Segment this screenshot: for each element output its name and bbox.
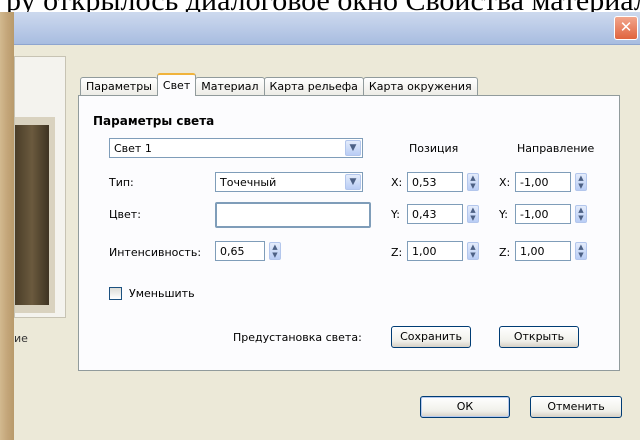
close-icon[interactable]: ✕ xyxy=(614,16,638,40)
reduce-checkbox[interactable] xyxy=(109,287,122,300)
direction-x-value: -1,00 xyxy=(520,176,549,189)
position-x-input[interactable]: 0,53 xyxy=(407,172,463,192)
chevron-down-icon[interactable]: ▼ xyxy=(345,174,361,190)
light-select[interactable]: Свет 1 ▼ xyxy=(109,138,363,158)
type-select-value: Точечный xyxy=(220,176,277,189)
spin-updown-icon[interactable]: ▲ ▼ xyxy=(467,173,479,191)
tab-material[interactable]: Материал xyxy=(195,77,265,96)
direction-z-input[interactable]: 1,00 xyxy=(515,241,571,261)
light-select-value: Свет 1 xyxy=(114,142,152,155)
spin-updown-icon[interactable]: ▲ ▼ xyxy=(467,242,479,260)
position-z-value: 1,00 xyxy=(412,245,437,258)
open-preset-button[interactable]: Открыть xyxy=(499,326,579,348)
position-y-label: Y: xyxy=(391,208,400,221)
preset-label: Предустановка света: xyxy=(233,331,362,344)
direction-y-value: -1,00 xyxy=(520,208,549,221)
spin-updown-icon[interactable]: ▲ ▼ xyxy=(269,242,281,260)
tab-bump-map[interactable]: Карта рельефа xyxy=(263,77,364,96)
spin-updown-icon[interactable]: ▲ ▼ xyxy=(575,205,587,223)
position-z-input[interactable]: 1,00 xyxy=(407,241,463,261)
ok-button[interactable]: ОК xyxy=(420,396,510,418)
position-header: Позиция xyxy=(409,142,459,155)
direction-y-input[interactable]: -1,00 xyxy=(515,204,571,224)
section-title: Параметры света xyxy=(93,114,215,128)
reduce-label: Уменьшить xyxy=(129,287,195,300)
tab-light[interactable]: Свет xyxy=(156,73,197,96)
position-x-value: 0,53 xyxy=(412,176,437,189)
color-field[interactable] xyxy=(215,202,371,228)
tab-parameters[interactable]: Параметры xyxy=(80,77,158,96)
intensity-input[interactable]: 0,65 xyxy=(215,241,265,261)
spin-updown-icon[interactable]: ▲ ▼ xyxy=(575,173,587,191)
page-edge-decoration xyxy=(0,12,14,440)
position-y-input[interactable]: 0,43 xyxy=(407,204,463,224)
intensity-stepper[interactable]: 0,65 ▲ ▼ xyxy=(215,241,289,261)
type-label: Тип: xyxy=(109,176,134,189)
chevron-down-icon[interactable]: ▼ xyxy=(345,140,361,156)
spin-updown-icon[interactable]: ▲ ▼ xyxy=(575,242,587,260)
position-y-value: 0,43 xyxy=(412,208,437,221)
direction-header: Направление xyxy=(517,142,595,155)
material-properties-dialog: ✕ ие Параметры Свет Материал Карта релье… xyxy=(0,12,640,440)
material-preview-image xyxy=(15,125,49,305)
intensity-label: Интенсивность: xyxy=(109,246,202,259)
tab-strip: Параметры Свет Материал Карта рельефа Ка… xyxy=(80,73,478,96)
save-preset-button[interactable]: Сохранить xyxy=(391,326,471,348)
direction-x-label: X: xyxy=(499,176,511,189)
direction-x-input[interactable]: -1,00 xyxy=(515,172,571,192)
tab-environment-map[interactable]: Карта окружения xyxy=(362,77,478,96)
position-x-label: X: xyxy=(391,176,403,189)
position-z-label: Z: xyxy=(391,246,403,259)
title-bar: ✕ xyxy=(0,12,640,45)
cancel-button[interactable]: Отменить xyxy=(530,396,622,418)
direction-y-label: Y: xyxy=(499,208,508,221)
color-label: Цвет: xyxy=(109,208,141,221)
direction-z-value: 1,00 xyxy=(520,245,545,258)
preview-label: ие xyxy=(14,332,28,345)
direction-z-label: Z: xyxy=(499,246,511,259)
spin-updown-icon[interactable]: ▲ ▼ xyxy=(467,205,479,223)
preview-panel xyxy=(14,56,66,318)
type-select[interactable]: Точечный ▼ xyxy=(215,172,363,192)
intensity-value: 0,65 xyxy=(220,245,245,258)
light-tab-panel: Параметры света Свет 1 ▼ Позиция Направл… xyxy=(78,95,620,371)
